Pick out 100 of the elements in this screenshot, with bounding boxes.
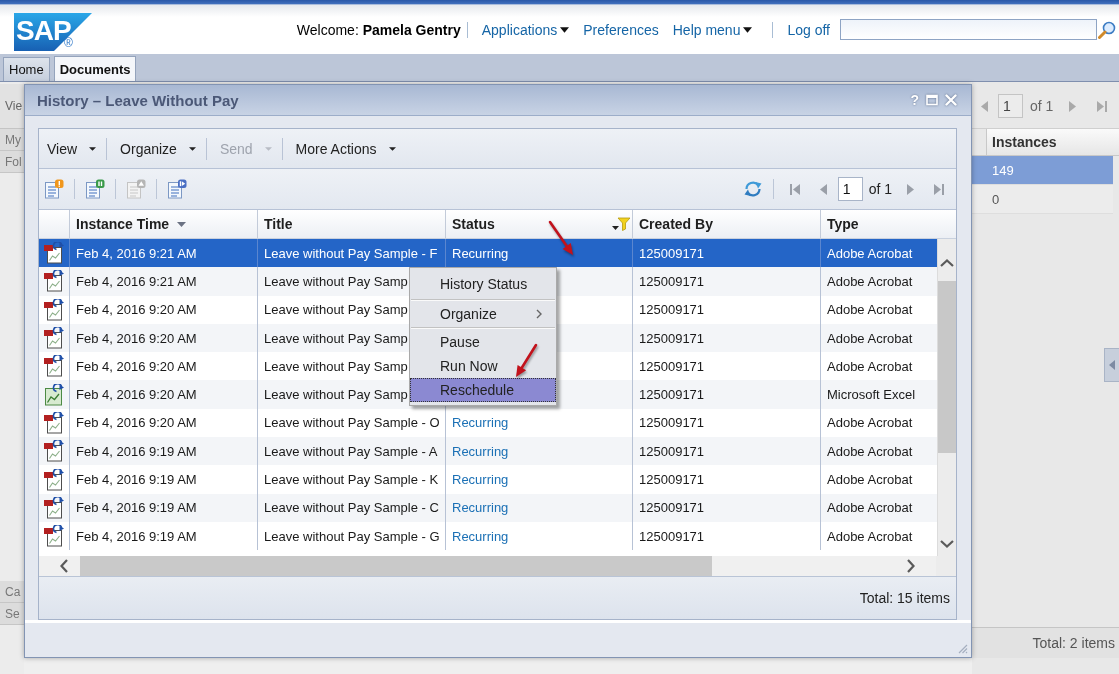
created-by: 125009171 — [639, 415, 705, 431]
file-type: Adobe Acrobat — [827, 273, 913, 289]
caret-left-icon — [1109, 360, 1115, 370]
column-header[interactable]: Title — [258, 210, 446, 238]
instance-time: Feb 4, 2016 9:20 AM — [76, 358, 197, 374]
scroll-thumb[interactable] — [938, 281, 956, 453]
sort-down-icon — [177, 221, 187, 227]
caret-down-icon — [560, 26, 570, 33]
menu-item[interactable]: Pause — [410, 330, 556, 354]
header-link[interactable]: Log off — [787, 21, 830, 38]
search-icon[interactable] — [1098, 20, 1116, 39]
item-total: Total: 15 items — [859, 590, 950, 606]
instance-count[interactable]: 0 — [972, 185, 1113, 214]
menu-item[interactable]: Run Now — [410, 354, 556, 378]
report-title: Leave without Pay Sample - A — [264, 443, 438, 459]
last-page-icon[interactable] — [1097, 100, 1108, 112]
page-count: of 1 — [1030, 98, 1054, 114]
resize-grip-icon[interactable] — [958, 644, 968, 654]
file-type: Adobe Acrobat — [827, 500, 913, 516]
tab[interactable]: Documents — [53, 56, 137, 81]
page-field[interactable]: 1 — [998, 94, 1023, 118]
first-page-icon[interactable] — [789, 183, 800, 195]
caret-down-icon — [89, 146, 97, 151]
created-by: 125009171 — [639, 273, 705, 289]
table-row[interactable]: Feb 4, 2016 9:19 AM Leave without Pay Sample - C Recurring 125009171 Adobe Acrobat — [39, 493, 937, 522]
chevron-left-icon[interactable] — [60, 559, 68, 573]
caret-down-icon — [188, 146, 196, 151]
table-row[interactable]: Feb 4, 2016 9:19 AM Leave without Pay Sample - A Recurring 125009171 Adobe Acrobat — [39, 437, 937, 466]
created-by: 125009171 — [639, 330, 705, 346]
document-refresh-icon — [43, 468, 65, 491]
sap-logo: SAP® — [14, 12, 92, 51]
created-by: 125009171 — [639, 387, 705, 403]
document-refresh-icon — [43, 242, 65, 265]
scroll-thumb[interactable] — [80, 556, 712, 576]
document-refresh-icon — [43, 327, 65, 350]
chevron-up-icon[interactable] — [940, 259, 954, 267]
header-link[interactable]: Help menu — [672, 21, 753, 38]
file-type: Adobe Acrobat — [827, 528, 913, 544]
instance-time: Feb 4, 2016 9:19 AM — [76, 528, 197, 544]
document-play-icon[interactable] — [167, 179, 187, 199]
toolbar-label[interactable]: Vie — [5, 99, 23, 113]
column-header[interactable]: Created By — [633, 210, 821, 238]
file-type: Microsoft Excel — [827, 387, 916, 403]
close-icon[interactable] — [945, 94, 957, 106]
filter-icon[interactable] — [612, 217, 630, 231]
prev-page-icon[interactable] — [981, 100, 988, 112]
tab[interactable]: Home — [3, 57, 50, 81]
report-title: Leave without Pay Sample - O — [264, 415, 440, 431]
instance-time: Feb 4, 2016 9:19 AM — [76, 500, 197, 516]
report-title: Leave without Pay Samp — [264, 387, 408, 403]
table-row[interactable]: Feb 4, 2016 9:21 AM Leave without Pay Sample - F Recurring 125009171 Adobe Acrobat — [39, 239, 937, 268]
report-title: Leave without Pay Samp — [264, 358, 408, 374]
horizontal-scrollbar[interactable] — [39, 556, 956, 576]
status-link[interactable]: Recurring — [452, 472, 509, 487]
collapse-handle[interactable] — [1104, 348, 1119, 382]
created-by: 125009171 — [639, 443, 705, 459]
prev-page-icon[interactable] — [819, 183, 827, 195]
column-header[interactable]: Instance Time — [70, 210, 258, 238]
chevron-right-icon[interactable] — [907, 559, 915, 573]
caret-down-icon — [388, 146, 396, 151]
created-by: 125009171 — [639, 302, 705, 318]
menu-button[interactable]: View — [47, 140, 107, 157]
instance-time: Feb 4, 2016 9:20 AM — [76, 387, 197, 403]
next-page-icon[interactable] — [1069, 100, 1077, 112]
menu-button[interactable]: More Actions — [295, 140, 406, 157]
vertical-scrollbar[interactable] — [937, 239, 956, 556]
refresh-icon[interactable] — [742, 180, 763, 198]
document-refresh-icon — [43, 440, 65, 463]
welcome-text: Welcome: Pamela Gentry — [296, 21, 461, 38]
menu-item[interactable]: History Status — [410, 270, 556, 298]
menu-item[interactable]: Reschedule — [410, 378, 556, 402]
header-link[interactable]: Preferences — [583, 21, 659, 38]
search-field[interactable] — [840, 19, 1097, 40]
last-page-icon[interactable] — [934, 183, 944, 195]
instance-time: Feb 4, 2016 9:19 AM — [76, 472, 197, 487]
status-link[interactable]: Recurring — [452, 443, 509, 459]
document-pause-icon[interactable] — [85, 179, 105, 199]
instance-time: Feb 4, 2016 9:21 AM — [76, 245, 197, 261]
caret-down-icon — [743, 26, 753, 33]
maximize-icon[interactable] — [926, 94, 938, 106]
status-link[interactable]: Recurring — [452, 245, 509, 261]
column-header[interactable]: Status — [446, 210, 633, 238]
status-link[interactable]: Recurring — [452, 415, 509, 431]
report-title: Leave without Pay Samp — [264, 302, 408, 318]
chevron-down-icon[interactable] — [940, 540, 954, 548]
created-by: 125009171 — [639, 528, 705, 544]
file-type: Adobe Acrobat — [827, 358, 913, 374]
report-title: Leave without Pay Sample - F — [264, 245, 438, 261]
header-link[interactable]: Applications — [481, 21, 570, 38]
instance-time: Feb 4, 2016 9:20 AM — [76, 302, 197, 318]
chevron-right-icon — [536, 309, 542, 319]
status-link[interactable]: Recurring — [452, 528, 509, 544]
column-header[interactable]: Type — [821, 210, 938, 238]
menu-button[interactable]: Organize — [120, 140, 206, 157]
document-alert-icon[interactable] — [44, 179, 64, 199]
next-page-icon[interactable] — [907, 183, 914, 195]
report-title: Leave without Pay Sample - K — [264, 472, 439, 487]
page-field[interactable]: 1 — [837, 177, 863, 201]
status-link[interactable]: Recurring — [452, 500, 509, 516]
menu-item[interactable]: Organize — [410, 302, 556, 326]
